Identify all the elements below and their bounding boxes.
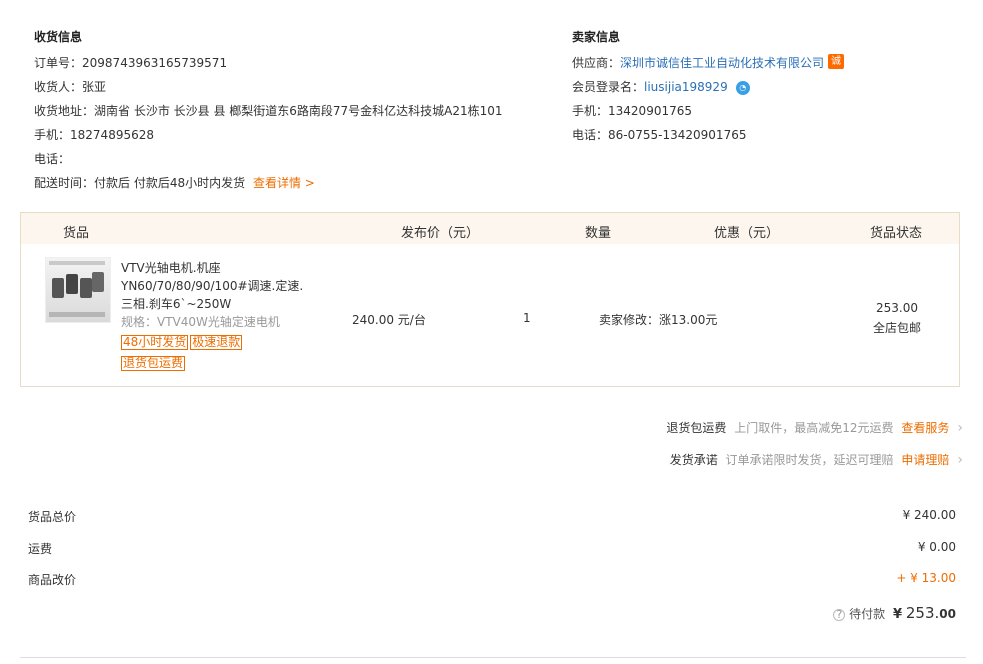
header-qty: 数量 — [585, 226, 612, 241]
bottom-divider — [20, 657, 966, 658]
product-qty: 1 — [523, 311, 531, 325]
receiver-address-label: 收货地址： — [34, 104, 95, 118]
receiver-mobile: 18274895628 — [70, 128, 154, 142]
member-label: 会员登录名： — [572, 80, 645, 94]
amount-due-decimal: 00 — [939, 607, 956, 621]
header-discount: 优惠（元） — [714, 226, 780, 241]
receiver-phone-label: 电话： — [34, 152, 71, 166]
goods-total-label: 货品总价 — [28, 510, 77, 524]
product-status-shipping: 全店包邮 — [873, 321, 922, 335]
product-info: VTV光轴电机.机座 YN60/70/80/90/100#调速.定速. 三相.刹… — [121, 259, 303, 372]
view-service-link[interactable]: 查看服务 — [901, 421, 949, 435]
amount-due-currency: ¥ — [893, 607, 903, 622]
chat-icon[interactable]: ◔ — [735, 80, 750, 95]
service-promise-desc: 订单承诺限时发货，延迟可理赔 — [725, 453, 894, 467]
receiver-name-row: 收货人：张亚 — [34, 78, 106, 95]
member-link[interactable]: liusijia198929 — [644, 80, 728, 94]
goods-total-value: ¥ 240.00 — [902, 508, 956, 522]
seller-section-title: 卖家信息 — [572, 30, 621, 44]
receiver-mobile-label: 手机： — [34, 128, 71, 142]
shipping-label: 运费 — [28, 542, 53, 556]
price-change-value: + ¥ 13.00 — [896, 571, 956, 585]
table-header: 货品 发布价（元） 数量 优惠（元） 货品状态 — [21, 213, 959, 244]
service-return-desc: 上门取件，最高减免12元运费 — [734, 421, 894, 435]
seller-mobile-label: 手机： — [572, 104, 609, 118]
service-shipping-promise: 发货承诺 订单承诺限时发货，延迟可理赔 申请理赔 › — [670, 451, 963, 468]
delivery-time-row: 配送时间：付款后 付款后48小时内发货 查看详情 > — [34, 174, 315, 191]
tag-48h-shipping[interactable]: 48小时发货 — [121, 335, 189, 350]
supplier-link[interactable]: 深圳市诚信佳工业自动化技术有限公司 — [620, 56, 824, 70]
product-tags: 48小时发货 极速退款 — [121, 333, 303, 351]
amount-due-label: 待付款 — [849, 607, 886, 621]
amount-due-integer: 253. — [905, 604, 940, 622]
delivery-time: 付款后 付款后48小时内发货 — [94, 176, 246, 190]
product-status: 253.00 全店包邮 — [873, 301, 921, 336]
price-change-label: 商品改价 — [28, 573, 77, 587]
product-status-amount: 253.00 — [876, 301, 918, 315]
supplier-label: 供应商： — [572, 56, 621, 70]
product-title-line1[interactable]: VTV光轴电机.机座 — [121, 259, 303, 277]
supplier-badge-icon: 诚 — [828, 54, 845, 69]
product-title-line3[interactable]: 三相.刹车6`~250W — [121, 295, 303, 313]
order-items-table: 货品 发布价（元） 数量 优惠（元） 货品状态 VTV光轴电机.机座 YN60/… — [20, 212, 960, 387]
delivery-details-link[interactable]: 查看详情 > — [253, 176, 315, 190]
service-return-name: 退货包运费 — [666, 421, 727, 435]
receiver-address: 湖南省 长沙市 长沙县 县 榔梨街道东6路南段77号金科亿达科技城A21栋101 — [94, 104, 503, 118]
seller-mobile-row: 手机：13420901765 — [572, 102, 692, 119]
order-number: 2098743963165739571 — [82, 56, 228, 70]
service-return-shipping: 退货包运费 上门取件，最高减免12元运费 查看服务 › — [666, 419, 963, 436]
product-discount: 卖家修改：涨13.00元 — [599, 313, 718, 327]
product-title-line2[interactable]: YN60/70/80/90/100#调速.定速. — [121, 277, 303, 295]
seller-mobile: 13420901765 — [608, 104, 692, 118]
product-price: 240.00 元/台 — [352, 313, 426, 327]
help-icon[interactable]: ? — [833, 609, 846, 621]
chevron-right-icon[interactable]: › — [957, 420, 963, 436]
seller-phone-label: 电话： — [572, 128, 609, 142]
shipping-value: ¥ 0.00 — [917, 540, 956, 554]
receiver-phone-row: 电话： — [34, 150, 70, 167]
receiver-mobile-row: 手机：18274895628 — [34, 126, 154, 143]
product-image[interactable] — [45, 257, 111, 323]
order-number-label: 订单号： — [34, 56, 83, 70]
header-goods: 货品 — [63, 226, 90, 241]
claim-compensation-link[interactable]: 申请理赔 — [901, 453, 949, 467]
member-row: 会员登录名：liusijia198929 ◔ — [572, 78, 750, 95]
seller-phone-row: 电话：86-0755-13420901765 — [572, 126, 746, 143]
header-price: 发布价（元） — [401, 226, 480, 241]
product-tags-row2: 退货包运费 — [121, 354, 303, 372]
header-status: 货品状态 — [870, 226, 923, 241]
service-promise-name: 发货承诺 — [669, 453, 718, 467]
supplier-row: 供应商：深圳市诚信佳工业自动化技术有限公司诚 — [572, 54, 845, 71]
amount-due-row: ? 待付款 ¥ 253.00 — [833, 604, 956, 622]
tag-return-shipping[interactable]: 退货包运费 — [121, 356, 186, 371]
seller-phone: 86-0755-13420901765 — [608, 128, 747, 142]
delivery-time-label: 配送时间： — [34, 176, 95, 190]
product-spec: 规格：VTV40W光轴定速电机 — [121, 315, 280, 329]
receiver-name: 张亚 — [82, 80, 107, 94]
order-number-row: 订单号：2098743963165739571 — [34, 54, 227, 71]
receiver-section-title: 收货信息 — [34, 30, 83, 44]
receiver-name-label: 收货人： — [34, 80, 83, 94]
receiver-address-row: 收货地址：湖南省 长沙市 长沙县 县 榔梨街道东6路南段77号金科亿达科技城A2… — [34, 102, 503, 119]
chevron-right-icon[interactable]: › — [957, 452, 963, 468]
tag-fast-refund[interactable]: 极速退款 — [190, 335, 243, 350]
